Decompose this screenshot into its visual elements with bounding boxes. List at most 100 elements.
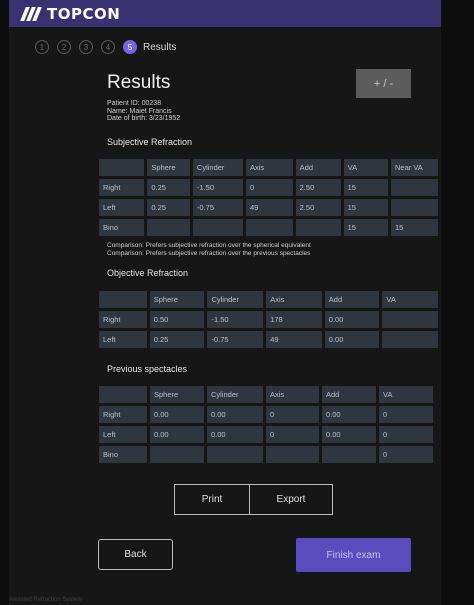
column-header: VA	[379, 386, 433, 403]
comparison-notes: Comparison: Prefers subjective refractio…	[107, 242, 311, 257]
page-title: Results	[107, 72, 171, 93]
table-cell: 2.50	[295, 199, 341, 216]
table-cell: -1.50	[207, 311, 264, 328]
step-3[interactable]: 3	[79, 40, 93, 54]
row-label: Right	[99, 179, 145, 196]
finish-exam-button[interactable]: Finish exam	[296, 538, 411, 572]
table-cell: -0.75	[192, 199, 243, 216]
table-row: Left 0.25 -0.75 49 0.00	[99, 331, 438, 348]
column-header	[99, 291, 147, 308]
table-row: Right 0.00 0.00 0 0.00 0	[99, 406, 433, 423]
comparison-note: Comparison: Prefers subjective refractio…	[107, 242, 311, 249]
subjective-table: Sphere Cylinder Axis Add VA Near VA Right 0.25-…	[96, 156, 441, 239]
column-header: Axis	[266, 291, 322, 308]
table-cell	[295, 219, 341, 236]
current-step-label: Results	[143, 41, 177, 53]
table-cell: 0	[245, 179, 293, 196]
footer-text: Assisted Refraction System	[9, 597, 83, 603]
row-label: Bino	[99, 446, 147, 463]
table-cell: 0.25	[149, 331, 205, 348]
table-cell: 0	[379, 406, 433, 423]
column-header: Add	[324, 291, 380, 308]
table-cell	[266, 446, 319, 463]
column-header	[99, 159, 145, 176]
previous-table: Sphere Cylinder Axis Add VA Right 0.00 0.00 0 0.0…	[96, 383, 436, 466]
brand-name: TOPCON	[47, 4, 121, 23]
column-header: Add	[322, 386, 376, 403]
table-header-row: Sphere Cylinder Axis Add VA	[99, 386, 433, 403]
patient-info: Patient ID: 00238 Name: Maiet Francis Da…	[107, 100, 180, 123]
objective-table: Sphere Cylinder Axis Add VA Right 0.50 -1.50 178…	[96, 288, 441, 351]
column-header: Sphere	[149, 291, 205, 308]
table-cell: 0	[266, 406, 319, 423]
table-cell: 0.50	[149, 311, 205, 328]
table-row: Left 0.25 -0.75 49 2.50 15	[99, 199, 438, 216]
table-cell: 0.00	[150, 426, 204, 443]
table-cell: 0.25	[147, 179, 190, 196]
table-cell: 0	[379, 426, 433, 443]
step-2[interactable]: 2	[57, 40, 71, 54]
table-row: Right 0.50 -1.50 178 0.00	[99, 311, 438, 328]
column-header: Cylinder	[207, 386, 263, 403]
table-cell: 0.00	[324, 331, 380, 348]
table-cell: 0.00	[322, 406, 376, 423]
table-cell: 0.00	[150, 406, 204, 423]
table-cell: 0.00	[207, 406, 263, 423]
plus-minus-button[interactable]: + / -	[356, 69, 411, 98]
table-cell: 0	[266, 426, 319, 443]
patient-dob: Date of birth: 3/23/1952	[107, 115, 181, 123]
table-cell: 49	[245, 199, 293, 216]
column-header: Axis	[266, 386, 319, 403]
table-cell: 0.25	[147, 199, 190, 216]
export-button[interactable]: Export	[249, 484, 333, 515]
table-cell: 15	[343, 199, 388, 216]
column-header: Axis	[245, 159, 293, 176]
row-label: Right	[99, 311, 147, 328]
table-cell: 0.00	[207, 426, 263, 443]
row-label: Left	[99, 426, 147, 443]
table-header-row: Sphere Cylinder Axis Add VA	[99, 291, 438, 308]
table-cell: -1.50	[192, 179, 243, 196]
step-5[interactable]: 5	[123, 40, 137, 54]
row-label: Left	[99, 199, 145, 216]
row-label: Right	[99, 406, 147, 423]
comparison-note: Comparison: Prefers subjective refractio…	[107, 249, 311, 257]
table-cell: 15	[391, 219, 438, 236]
column-header: VA	[343, 159, 388, 176]
column-header	[99, 386, 147, 403]
table-header-row: Sphere Cylinder Axis Add VA Near VA	[99, 159, 438, 176]
table-cell	[245, 219, 293, 236]
table-cell: 15	[343, 179, 388, 196]
table-cell: 0.00	[324, 311, 380, 328]
table-row: Bino 15 15	[99, 219, 438, 236]
topcon-logo-icon	[20, 6, 43, 21]
table-cell: -0.75	[207, 331, 264, 348]
table-row: Left 0.00 0.00 0 0.00 0	[99, 426, 433, 443]
table-cell	[382, 331, 438, 348]
top-bar: TOPCON	[9, 0, 441, 27]
column-header: Cylinder	[207, 291, 264, 308]
table-cell	[150, 446, 204, 463]
topcon-logo: TOPCON	[20, 4, 121, 23]
column-header: Sphere	[147, 159, 190, 176]
table-cell: 2.50	[295, 179, 341, 196]
table-cell: 0	[379, 446, 433, 463]
column-header: Add	[295, 159, 341, 176]
table-cell	[382, 311, 438, 328]
table-cell: 0.00	[322, 426, 376, 443]
patient-id: Patient ID: 00238	[107, 100, 162, 107]
row-label: Bino	[99, 219, 145, 236]
print-button[interactable]: Print	[174, 484, 249, 515]
table-cell	[147, 219, 190, 236]
step-4[interactable]: 4	[101, 40, 115, 54]
table-cell: 15	[343, 219, 388, 236]
row-label: Left	[99, 331, 147, 348]
table-row: Right 0.25 -1.50 0 2.50 15	[99, 179, 438, 196]
step-1[interactable]: 1	[35, 40, 49, 54]
table-cell: 49	[266, 331, 322, 348]
table-cell	[192, 219, 243, 236]
table-cell	[391, 179, 438, 196]
step-indicator: 1 2 3 4 5 Results	[35, 40, 176, 54]
column-header: Sphere	[150, 386, 204, 403]
back-button[interactable]: Back	[98, 539, 173, 570]
